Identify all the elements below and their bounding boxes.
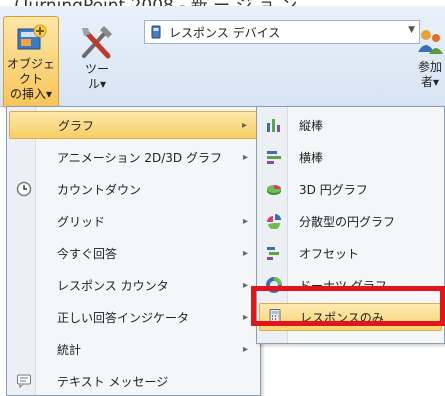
insert-object-icon <box>17 24 47 50</box>
chevron-right-icon: ▸ <box>242 311 248 323</box>
response-device-select[interactable]: レスポンス デバイス ▼ <box>144 20 420 44</box>
submenu-item-label: オフセット <box>299 246 360 261</box>
graph-submenu: 縦棒 横棒 3D 円グラフ 分散型の円グラフ オフセット ドーナツ グラフ レス… <box>256 106 445 344</box>
message-icon <box>17 374 31 389</box>
menu-item-correct-answer-indicator[interactable]: 正しい回答インジケータ ▸ <box>9 303 258 331</box>
submenu-item-label: 横棒 <box>299 150 324 165</box>
insert-object-label-1: オブジェクト <box>6 57 55 86</box>
submenu-item-exploded-pie[interactable]: 分散型の円グラフ <box>259 207 442 235</box>
calculator-icon <box>269 309 281 325</box>
menu-item-response-counter[interactable]: レスポンス カウンタ ▸ <box>9 271 258 299</box>
submenu-item-offset[interactable]: オフセット <box>259 239 442 267</box>
menu-item-label: 正しい回答インジケータ <box>57 310 190 325</box>
submenu-item-response-only[interactable]: レスポンスのみ <box>259 303 442 331</box>
exploded-pie-icon <box>267 214 281 229</box>
participants-label-1: 参加 <box>417 60 442 74</box>
menu-item-answer-now[interactable]: 今すぐ回答 ▸ <box>9 239 258 267</box>
chevron-right-icon: ▸ <box>242 343 248 355</box>
menu-item-text-message[interactable]: テキスト メッセージ <box>9 367 258 395</box>
tools-label-2: ル▾ <box>87 77 107 91</box>
submenu-item-label: レスポンスのみ <box>300 310 384 325</box>
chevron-right-icon: ▸ <box>242 247 248 259</box>
pie-3d-icon <box>267 185 281 195</box>
chevron-right-icon: ▸ <box>242 151 248 163</box>
menu-item-statistics[interactable]: 統計 ▸ <box>9 335 258 363</box>
chevron-down-icon: ▾ <box>432 75 440 89</box>
response-device-value: レスポンス デバイス <box>169 25 281 40</box>
submenu-item-label: ドーナツ グラフ <box>299 278 387 293</box>
tools-button[interactable]: ツー ル▾ <box>72 20 122 106</box>
submenu-item-label: 3D 円グラフ <box>299 182 368 197</box>
chevron-down-icon: ▾ <box>99 77 107 91</box>
menu-item-label: 今すぐ回答 <box>57 246 118 261</box>
insert-object-menu: グラフ ▸ アニメーション 2D/3D グラフ ▸ カウントダウン グリッド ▸… <box>6 106 261 396</box>
menu-item-label: 統計 <box>57 342 82 357</box>
participants-icon <box>418 30 443 54</box>
menu-item-countdown[interactable]: カウントダウン <box>9 175 258 203</box>
vertical-bar-chart-icon <box>267 119 280 132</box>
menu-item-label: グラフ <box>58 118 95 133</box>
submenu-item-donut[interactable]: ドーナツ グラフ <box>259 271 442 299</box>
tools-icon <box>82 26 112 59</box>
menu-item-label: カウントダウン <box>57 182 142 197</box>
menu-item-label: グリッド <box>57 214 106 229</box>
menu-item-grid[interactable]: グリッド ▸ <box>9 207 258 235</box>
tools-label-1: ツー <box>84 62 109 76</box>
participants-button[interactable]: 参加 者▾ <box>410 20 445 106</box>
menu-item-label: テキスト メッセージ <box>57 374 169 389</box>
chevron-right-icon: ▸ <box>241 119 247 131</box>
horizontal-bar-chart-icon <box>267 151 281 164</box>
ribbon: オブジェクト の挿入▾ ツー ル▾ レスポンス デバイス ▼ 参加 者▾ <box>0 6 445 108</box>
menu-item-animation-graph[interactable]: アニメーション 2D/3D グラフ ▸ <box>9 143 258 171</box>
menu-item-label: アニメーション 2D/3D グラフ <box>57 150 222 165</box>
submenu-item-vertical-bar[interactable]: 縦棒 <box>259 111 442 139</box>
submenu-item-horizontal-bar[interactable]: 横棒 <box>259 143 442 171</box>
submenu-item-3d-pie[interactable]: 3D 円グラフ <box>259 175 442 203</box>
menu-item-graph[interactable]: グラフ ▸ <box>9 111 258 139</box>
donut-chart-icon <box>266 277 282 293</box>
chevron-right-icon: ▸ <box>242 279 248 291</box>
chevron-right-icon: ▸ <box>242 215 248 227</box>
offset-chart-icon <box>267 247 279 260</box>
insert-object-label-2: の挿入▾ <box>9 87 53 101</box>
submenu-item-label: 分散型の円グラフ <box>299 214 396 229</box>
chevron-down-icon: ▾ <box>45 87 53 101</box>
submenu-item-label: 縦棒 <box>299 118 324 133</box>
response-device-icon <box>151 25 161 39</box>
menu-item-label: レスポンス カウンタ <box>57 278 169 293</box>
participants-label-2: 者▾ <box>420 75 440 89</box>
insert-object-button[interactable]: オブジェクト の挿入▾ <box>3 16 59 108</box>
clock-icon <box>16 181 32 197</box>
